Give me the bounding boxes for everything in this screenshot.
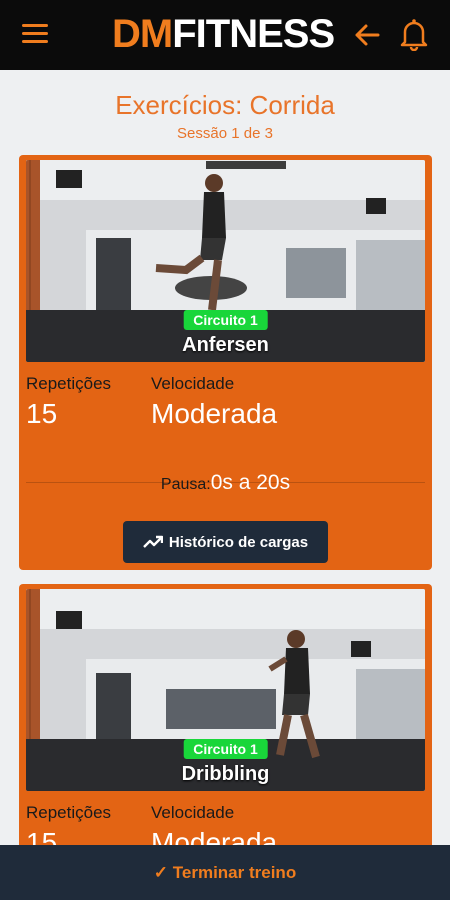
exercise-video[interactable]: Circuito 1 Dribbling <box>26 589 425 791</box>
session-subtitle: Sessão 1 de 3 <box>177 125 273 142</box>
logo-dm: DM <box>112 12 173 56</box>
bell-icon[interactable] <box>399 17 429 52</box>
exercise-card: Circuito 1 Dribbling Repetições 15 Veloc… <box>19 584 432 884</box>
reps-label: Repetições <box>26 803 112 822</box>
pause-info: Pausa:0s a 20s <box>19 471 432 495</box>
speed-label: Velocidade <box>151 803 235 822</box>
top-app-bar: DMFITNESS <box>0 0 450 70</box>
circuit-badge: Circuito 1 <box>183 739 268 759</box>
speed-label: Velocidade <box>151 374 235 393</box>
arrow-left-icon[interactable] <box>352 20 382 50</box>
exercise-name: Dribbling <box>181 763 270 785</box>
load-history-button[interactable]: Histórico de cargas <box>123 521 328 563</box>
exercise-video[interactable]: Circuito 1 Anfersen <box>26 160 425 362</box>
exercise-card: Circuito 1 Anfersen Repetições 15 Veloci… <box>19 155 432 570</box>
reps-value: 15 <box>26 398 58 429</box>
load-history-label: Histórico de cargas <box>168 533 309 551</box>
speed-value: Moderada <box>151 398 278 429</box>
pause-label: Pausa: <box>160 476 211 493</box>
app-logo: DMFITNESS <box>112 12 335 56</box>
trending-up-icon <box>143 535 163 548</box>
reps-label: Repetições <box>26 374 112 393</box>
finish-workout-button[interactable]: ✓ Terminar treino <box>0 845 450 900</box>
pause-value: 0s a 20s <box>210 471 291 494</box>
hamburger-menu-icon[interactable] <box>22 24 48 46</box>
circuit-badge: Circuito 1 <box>183 310 268 330</box>
exercise-name: Anfersen <box>182 334 269 356</box>
finish-workout-label: ✓ Terminar treino <box>153 862 297 882</box>
page-title: Exercícios: Corrida <box>115 90 335 120</box>
logo-fitness: FITNESS <box>172 12 335 56</box>
